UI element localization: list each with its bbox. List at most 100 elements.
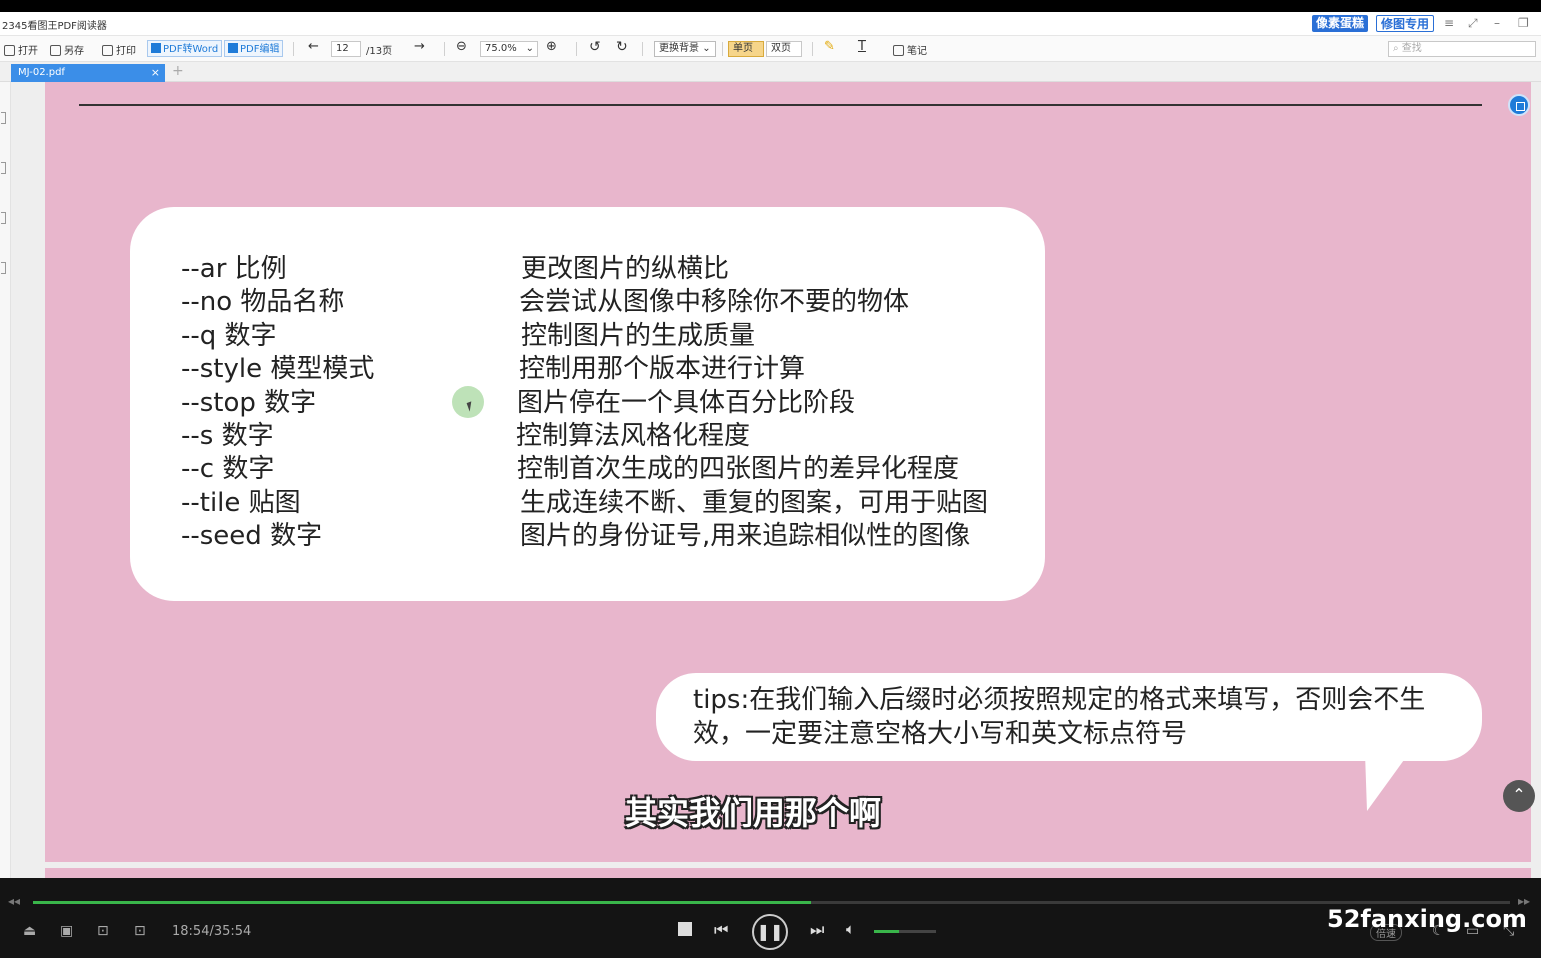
document-viewer: --ar 比例 更改图片的纵横比 --no 物品名称 会尝试从图像中移除你不要的… <box>11 82 1541 878</box>
param-desc: 控制图片的生成质量 <box>521 321 756 351</box>
note-icon <box>893 45 904 56</box>
save-as-button[interactable]: 另存 <box>50 42 84 57</box>
rotate-right-icon[interactable]: ↻ <box>616 39 628 55</box>
playback-time: 18:54/35:54 <box>172 924 252 939</box>
save-icon <box>50 45 61 56</box>
param-cmd: --tile 贴图 <box>181 488 301 518</box>
thumbnail-icon[interactable] <box>1 162 6 174</box>
floating-tool-icon[interactable] <box>1508 94 1530 116</box>
page-number-input[interactable]: 12 <box>331 41 361 57</box>
seek-back-icon[interactable]: ◂◂ <box>8 894 20 908</box>
toolbar-divider <box>812 42 813 56</box>
tips-text: tips:在我们输入后缀时必须按照规定的格式来填写，否则会不生效，一定要注意空格… <box>693 685 1426 749</box>
volume-icon[interactable]: 🔈︎ <box>846 920 855 938</box>
open-label: 打开 <box>18 46 38 57</box>
print-label: 打印 <box>116 46 136 57</box>
video-player-controls: ◂◂ ▸▸ ⏏ ▣ ⊡ ⊡ 18:54/35:54 ⏮ ❚❚ ⏭ 🔈︎ 倍速 ☾… <box>0 878 1541 958</box>
restore-icon[interactable]: ❐ <box>1518 16 1529 30</box>
close-icon[interactable]: × <box>151 64 160 82</box>
printer-icon <box>102 45 113 56</box>
param-desc: 图片停在一个具体百分比阶段 <box>517 388 856 418</box>
search-icon: ⌕ <box>1393 43 1399 54</box>
pdf-to-word-button[interactable]: PDF转Word <box>147 40 223 57</box>
param-cmd: --c 数字 <box>181 454 275 484</box>
background-select[interactable]: 更换背景 ⌄ <box>654 41 716 57</box>
zoom-value: 75.0% <box>485 43 517 54</box>
screenshot-icon[interactable]: ⊡ <box>97 923 109 939</box>
toolbar-divider <box>444 42 445 56</box>
next-pdf-page <box>45 868 1531 878</box>
menu-icon[interactable]: ≡ <box>1444 16 1454 30</box>
top-black-bar <box>0 0 1541 12</box>
single-page-label: 单页 <box>733 43 753 54</box>
new-tab-plus-icon[interactable]: + <box>172 63 184 79</box>
title-bar: 2345看图王PDF阅读器 像素蛋糕 修图专用 ≡ ⤢ – ❐ <box>0 12 1541 36</box>
annotation-icon[interactable] <box>1 262 6 274</box>
param-cmd: --ar 比例 <box>181 254 287 284</box>
pdf-to-word-label: PDF转Word <box>163 44 219 55</box>
page-total: /13页 <box>366 46 393 57</box>
progress-fill <box>33 901 812 904</box>
param-desc: 图片的身份证号,用来追踪相似性的图像 <box>520 521 971 551</box>
eject-icon[interactable]: ⏏ <box>23 923 36 939</box>
toolbar-divider <box>722 42 723 56</box>
search-input[interactable]: ⌕ 查找 <box>1388 41 1536 57</box>
param-desc: 控制算法风格化程度 <box>516 421 751 451</box>
toolbar: 打开 另存 打印 PDF转Word PDF编辑 ← 12 /13页 → ⊖ 75… <box>0 36 1541 62</box>
toolbar-divider <box>642 42 643 56</box>
minimize-icon[interactable]: – <box>1494 16 1500 30</box>
pause-button[interactable]: ❚❚ <box>752 914 788 950</box>
zoom-select[interactable]: 75.0% ⌄ <box>480 41 538 57</box>
record-icon[interactable]: ⊡ <box>134 923 146 939</box>
scroll-to-top-icon[interactable]: ⌃ <box>1503 780 1535 812</box>
search-placeholder: 查找 <box>1401 43 1422 54</box>
prev-page-arrow-icon[interactable]: ← <box>308 39 319 54</box>
video-subtitle: 其实我们用那个啊 <box>625 794 882 832</box>
chevron-down-icon: ⌄ <box>702 43 711 54</box>
zoom-in-icon[interactable]: ⊕ <box>546 39 557 54</box>
subtitle-icon[interactable]: ▣ <box>60 923 73 939</box>
param-desc: 控制首次生成的四张图片的差异化程度 <box>517 454 960 484</box>
next-page-arrow-icon[interactable]: → <box>414 39 425 54</box>
folder-icon <box>4 45 15 56</box>
tab-label: MJ-02.pdf <box>18 67 65 78</box>
page-rule <box>79 104 1482 106</box>
open-button[interactable]: 打开 <box>4 42 38 57</box>
highlighter-icon[interactable]: ✎ <box>824 39 835 54</box>
print-button[interactable]: 打印 <box>102 42 136 57</box>
param-cmd: --style 模型模式 <box>181 354 375 384</box>
stop-icon[interactable] <box>678 922 692 936</box>
edit-icon <box>228 43 238 53</box>
param-desc: 控制用那个版本进行计算 <box>519 354 806 384</box>
tab-bar: MJ-02.pdf × + <box>0 62 1541 82</box>
text-tool-icon[interactable]: T <box>858 39 866 54</box>
param-cmd: --seed 数字 <box>181 521 323 551</box>
param-cmd: --s 数字 <box>181 421 274 451</box>
param-desc: 更改图片的纵横比 <box>521 254 730 284</box>
retouch-badge[interactable]: 修图专用 <box>1376 15 1435 32</box>
notes-button[interactable]: 笔记 <box>893 42 927 57</box>
pixel-cake-badge[interactable]: 像素蛋糕 <box>1312 15 1369 32</box>
double-page-button[interactable]: 双页 <box>766 41 802 57</box>
pdf-edit-label: PDF编辑 <box>240 44 280 55</box>
tips-bubble-tail <box>1365 753 1409 811</box>
fullscreen-icon[interactable]: ⤢ <box>1468 16 1478 31</box>
bookmark-icon[interactable] <box>1 112 6 124</box>
search-panel-icon[interactable] <box>1 212 6 224</box>
zoom-out-icon[interactable]: ⊖ <box>456 39 467 54</box>
watermark-brand: 52fanxing.com <box>1327 905 1527 933</box>
pdf-reader-window: 2345看图王PDF阅读器 像素蛋糕 修图专用 ≡ ⤢ – ❐ 打开 另存 打印… <box>0 12 1541 878</box>
save-as-label: 另存 <box>64 46 84 57</box>
single-page-button[interactable]: 单页 <box>728 41 764 57</box>
word-icon <box>151 43 161 53</box>
param-cmd: --stop 数字 <box>181 388 317 418</box>
rotate-left-icon[interactable]: ↺ <box>589 39 601 55</box>
volume-fill <box>874 930 899 933</box>
background-label: 更换背景 <box>659 43 699 54</box>
pdf-edit-button[interactable]: PDF编辑 <box>224 40 284 57</box>
previous-icon[interactable]: ⏮ <box>714 920 728 940</box>
next-icon[interactable]: ⏭ <box>810 920 824 940</box>
toolbar-divider <box>293 42 294 56</box>
tab-document[interactable]: MJ-02.pdf × <box>11 64 165 82</box>
param-desc: 生成连续不断、重复的图案，可用于贴图 <box>520 488 989 518</box>
